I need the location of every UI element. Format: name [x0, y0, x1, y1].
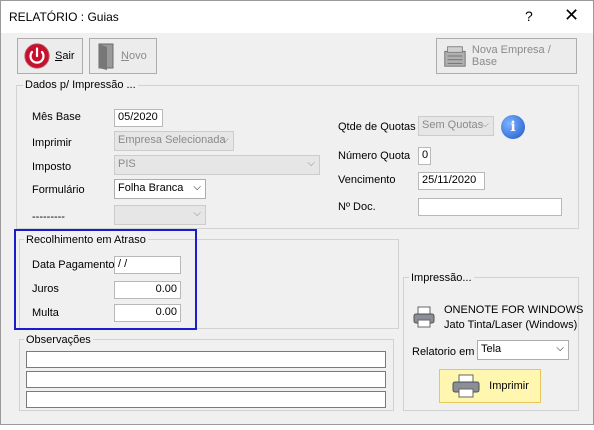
observacoes-line-3[interactable] [26, 391, 386, 408]
imposto-label: Imposto [32, 161, 72, 173]
printer-name: ONENOTE FOR WINDOWS [444, 304, 584, 316]
chevron-down-icon: ⌵ [556, 343, 564, 354]
imprimir-select[interactable]: Empresa Selecionada ⌵ [114, 131, 234, 151]
formulario-label: Formulário [32, 184, 85, 196]
vencimento-field[interactable]: 25/11/2020 [418, 172, 485, 190]
sair-button[interactable]: Sair [17, 38, 83, 74]
window-title: RELATÓRIO : Guias [9, 10, 119, 24]
novo-button[interactable]: Novo [89, 38, 157, 74]
relatorio-em-select[interactable]: Tela ⌵ [477, 340, 569, 360]
observacoes-line-1[interactable] [26, 351, 386, 368]
novo-label: Novo [121, 50, 147, 62]
observacoes-title: Observações [24, 334, 93, 346]
juros-label: Juros [32, 283, 59, 295]
nro-doc-label: Nº Doc. [338, 201, 376, 213]
chevron-down-icon: ⌵ [481, 119, 489, 130]
juros-field[interactable]: 0.00 [114, 281, 181, 299]
imprimir-label: Imprimir [489, 380, 529, 392]
chevron-down-icon: ⌵ [221, 134, 229, 145]
numero-quota-label: Número Quota [338, 150, 411, 162]
mes-base-label: Mês Base [32, 111, 81, 123]
qtde-quotas-select[interactable]: Sem Quotas ⌵ [418, 116, 494, 136]
door-icon [98, 43, 114, 70]
printer-type: Jato Tinta/Laser (Windows) [444, 319, 578, 331]
extra-label: --------- [32, 211, 65, 223]
info-icon[interactable]: i [501, 115, 525, 139]
building-icon [444, 46, 466, 67]
impressao-title: Impressão... [409, 272, 474, 284]
data-pagamento-field[interactable]: / / [114, 256, 181, 274]
numero-quota-field[interactable]: 0 [418, 147, 431, 165]
vencimento-label: Vencimento [338, 174, 396, 186]
extra-select[interactable]: ⌵ [114, 205, 206, 225]
qtde-quotas-label: Qtde de Quotas [338, 121, 416, 133]
relatorio-em-label: Relatorio em : [412, 346, 481, 358]
mes-base-field[interactable]: 05/2020 [114, 109, 163, 127]
chevron-down-icon: ⌵ [193, 208, 201, 219]
relatorio-guias-window: RELATÓRIO : Guias ? ✕ Sair Novo Nova Emp… [0, 0, 594, 425]
multa-field[interactable]: 0.00 [114, 304, 181, 322]
formulario-select[interactable]: Folha Branca ⌵ [114, 179, 206, 199]
nro-doc-field[interactable] [418, 198, 562, 216]
imprimir-label: Imprimir [32, 137, 72, 149]
printer-icon [413, 306, 435, 328]
multa-label: Multa [32, 307, 59, 319]
observacoes-line-2[interactable] [26, 371, 386, 388]
recolhimento-title: Recolhimento em Atraso [24, 234, 148, 246]
printer-icon [452, 374, 480, 398]
imprimir-button[interactable]: Imprimir [439, 369, 541, 403]
data-pagamento-label: Data Pagamento [32, 259, 115, 271]
nova-empresa-label: Nova Empresa / Base [471, 44, 551, 68]
help-button[interactable]: ? [525, 8, 533, 24]
chevron-down-icon: ⌵ [193, 182, 201, 193]
nova-empresa-button[interactable]: Nova Empresa / Base [436, 38, 577, 74]
background-strip [0, 425, 594, 430]
close-button[interactable]: ✕ [564, 5, 579, 26]
power-icon [24, 43, 50, 69]
sair-label: Sair [55, 50, 75, 62]
title-bar: RELATÓRIO : Guias ? ✕ [1, 1, 593, 33]
dados-title: Dados p/ Impressão ... [23, 79, 138, 91]
chevron-down-icon: ⌵ [307, 158, 315, 169]
imposto-select[interactable]: PIS ⌵ [114, 155, 320, 175]
